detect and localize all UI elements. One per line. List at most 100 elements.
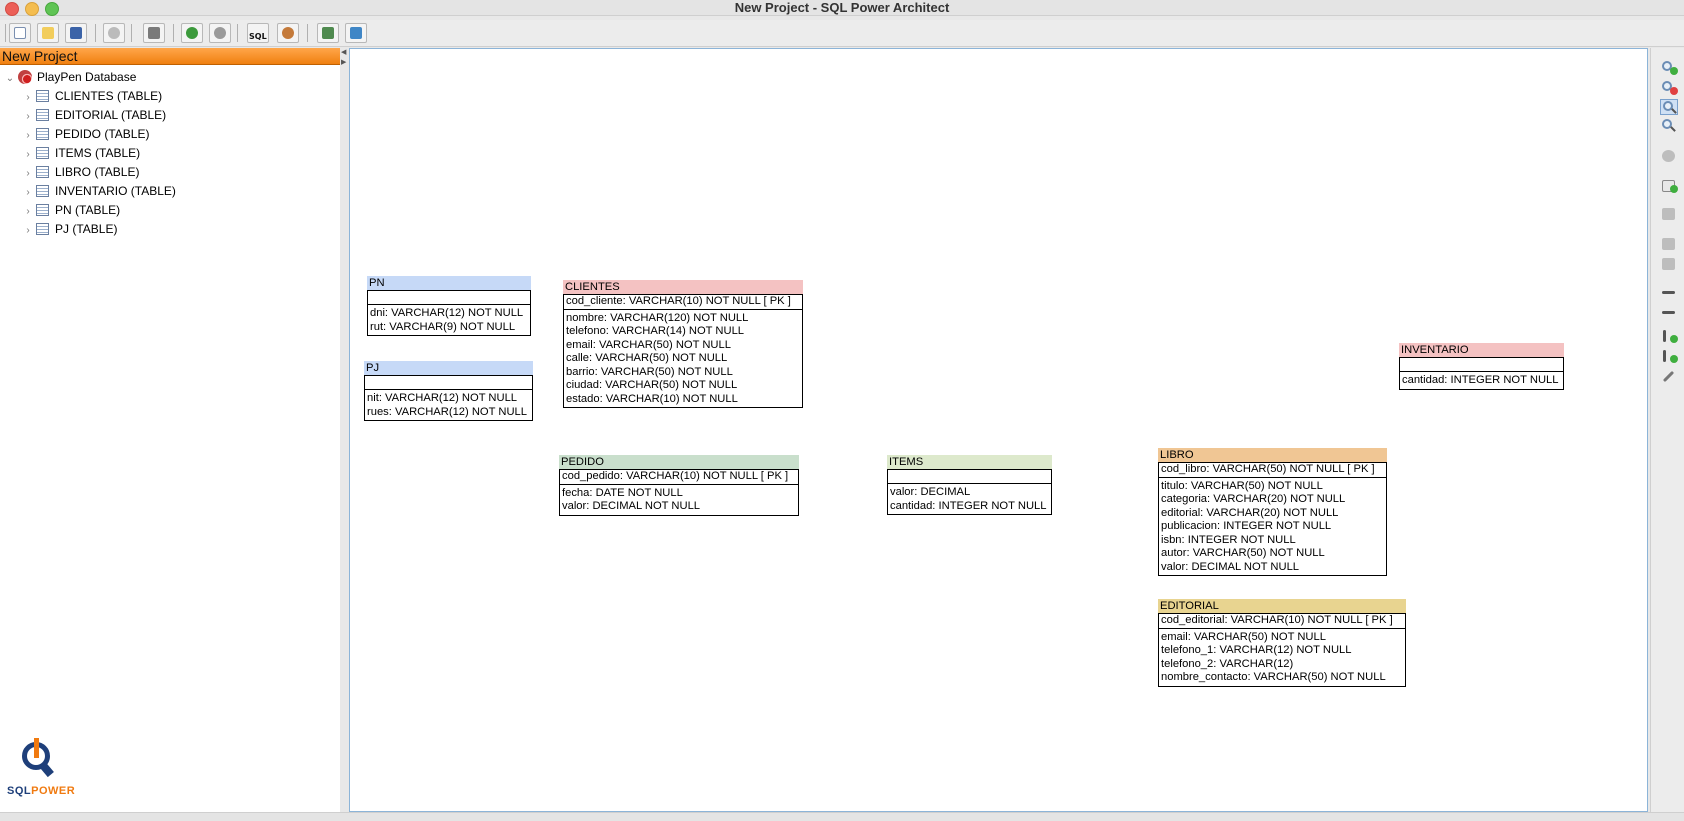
- new-table-button[interactable]: [1660, 178, 1678, 194]
- edit-button[interactable]: [1660, 236, 1678, 252]
- column-row[interactable]: email: VARCHAR(50) NOT NULL: [566, 339, 800, 353]
- expand-arrow-icon[interactable]: ›: [20, 222, 36, 240]
- column-row[interactable]: autor: VARCHAR(50) NOT NULL: [1161, 547, 1384, 561]
- tree-item-libro[interactable]: › LIBRO (TABLE): [20, 163, 139, 181]
- zoom-in-button[interactable]: [1660, 60, 1678, 76]
- playpen-toolbar: [1650, 48, 1684, 812]
- zoom-out-button[interactable]: [1660, 80, 1678, 96]
- main-toolbar: SQL: [0, 20, 1684, 47]
- insert-column-button[interactable]: [1660, 206, 1678, 222]
- expand-arrow-icon[interactable]: ›: [20, 108, 36, 126]
- expand-arrow-icon[interactable]: ›: [20, 203, 36, 221]
- table-pj[interactable]: PJ nit: VARCHAR(12) NOT NULL rues: VARCH…: [364, 361, 533, 421]
- pk-column-row[interactable]: cod_pedido: VARCHAR(10) NOT NULL [ PK ]: [562, 470, 796, 484]
- open-project-button[interactable]: [37, 23, 59, 43]
- column-row[interactable]: estado: VARCHAR(10) NOT NULL: [566, 393, 800, 407]
- column-row[interactable]: isbn: INTEGER NOT NULL: [1161, 534, 1384, 548]
- column-row[interactable]: categoria: VARCHAR(20) NOT NULL: [1161, 493, 1384, 507]
- edit-pencil-button[interactable]: [1660, 368, 1678, 384]
- column-row[interactable]: cantidad: INTEGER NOT NULL: [890, 500, 1049, 514]
- column-row[interactable]: valor: DECIMAL NOT NULL: [562, 500, 796, 514]
- tree-item-pedido[interactable]: › PEDIDO (TABLE): [20, 125, 149, 143]
- save-project-button[interactable]: [65, 23, 87, 43]
- table-icon: [36, 90, 49, 102]
- split-pane-divider[interactable]: ◀ ▶: [340, 48, 348, 812]
- pk-column-row[interactable]: cod_cliente: VARCHAR(10) NOT NULL [ PK ]: [566, 295, 800, 309]
- forward-engineer-sql-button[interactable]: SQL: [247, 23, 269, 43]
- pk-column-row[interactable]: cod_libro: VARCHAR(50) NOT NULL [ PK ]: [1161, 463, 1384, 477]
- column-row[interactable]: barrio: VARCHAR(50) NOT NULL: [566, 366, 800, 380]
- add-column-button[interactable]: [1660, 348, 1678, 364]
- table-title: CLIENTES: [563, 280, 803, 294]
- redo-button[interactable]: [209, 23, 231, 43]
- refresh-button[interactable]: [103, 23, 125, 43]
- column-row[interactable]: valor: DECIMAL: [890, 486, 1049, 500]
- table-pn[interactable]: PN dni: VARCHAR(12) NOT NULL rut: VARCHA…: [367, 276, 531, 336]
- column-row[interactable]: telefono_2: VARCHAR(12): [1161, 658, 1403, 672]
- compare-dm-button[interactable]: [277, 23, 299, 43]
- column-row[interactable]: email: VARCHAR(50) NOT NULL: [1161, 631, 1403, 645]
- column-row[interactable]: ciudad: VARCHAR(50) NOT NULL: [566, 379, 800, 393]
- zoom-normal-button[interactable]: [1660, 99, 1678, 115]
- pk-column-row[interactable]: cod_editorial: VARCHAR(10) NOT NULL [ PK…: [1161, 614, 1403, 628]
- tree-item-editorial[interactable]: › EDITORIAL (TABLE): [20, 106, 166, 124]
- column-row[interactable]: nit: VARCHAR(12) NOT NULL: [367, 392, 530, 406]
- insert-index-button[interactable]: [1660, 328, 1678, 344]
- expand-arrow-icon[interactable]: ›: [20, 165, 36, 183]
- playpen-canvas[interactable]: PN dni: VARCHAR(12) NOT NULL rut: VARCHA…: [349, 48, 1648, 812]
- new-relationship-button[interactable]: [1660, 256, 1678, 272]
- table-icon: [36, 204, 49, 216]
- table-pedido[interactable]: PEDIDO cod_pedido: VARCHAR(10) NOT NULL …: [559, 455, 799, 516]
- table-editorial[interactable]: EDITORIAL cod_editorial: VARCHAR(10) NOT…: [1158, 599, 1406, 687]
- tree-item-clientes[interactable]: › CLIENTES (TABLE): [20, 87, 162, 105]
- tree-header: New Project: [0, 48, 340, 65]
- column-row[interactable]: dni: VARCHAR(12) NOT NULL: [370, 307, 528, 321]
- expand-arrow-icon[interactable]: ›: [20, 184, 36, 202]
- expand-arrow-icon[interactable]: ›: [20, 127, 36, 145]
- column-row[interactable]: fecha: DATE NOT NULL: [562, 487, 796, 501]
- comment-icon: [1662, 311, 1675, 314]
- pk-section: [1400, 358, 1563, 372]
- column-row[interactable]: nombre_contacto: VARCHAR(50) NOT NULL: [1161, 671, 1403, 685]
- column-row[interactable]: titulo: VARCHAR(50) NOT NULL: [1161, 480, 1384, 494]
- print-button[interactable]: [143, 23, 165, 43]
- tree-item-inventario[interactable]: › INVENTARIO (TABLE): [20, 182, 176, 200]
- expand-arrow-icon[interactable]: ›: [20, 146, 36, 164]
- collapse-arrow-icon[interactable]: ⌄: [2, 70, 18, 88]
- column-row[interactable]: rut: VARCHAR(9) NOT NULL: [370, 321, 528, 335]
- save-icon: [70, 27, 82, 39]
- tree-item-pj[interactable]: › PJ (TABLE): [20, 220, 117, 238]
- column-row[interactable]: editorial: VARCHAR(20) NOT NULL: [1161, 507, 1384, 521]
- table-inventario[interactable]: INVENTARIO cantidad: INTEGER NOT NULL: [1399, 343, 1564, 390]
- tree-root[interactable]: ⌄ PlayPen Database: [2, 68, 136, 86]
- table-items[interactable]: ITEMS valor: DECIMAL cantidad: INTEGER N…: [887, 455, 1052, 515]
- identifying-relationship-icon: [1662, 291, 1675, 294]
- column-row[interactable]: telefono_1: VARCHAR(12) NOT NULL: [1161, 644, 1403, 658]
- select-all-button[interactable]: [1660, 148, 1678, 164]
- sqlpower-logo: SQLPOWER: [7, 738, 87, 808]
- profile-button[interactable]: [345, 23, 367, 43]
- column-row[interactable]: calle: VARCHAR(50) NOT NULL: [566, 352, 800, 366]
- column-row[interactable]: publicacion: INTEGER NOT NULL: [1161, 520, 1384, 534]
- tree-item-items[interactable]: › ITEMS (TABLE): [20, 144, 140, 162]
- comment-button[interactable]: [1660, 304, 1678, 320]
- undo-button[interactable]: [181, 23, 203, 43]
- expand-arrow-icon[interactable]: ›: [20, 89, 36, 107]
- collapse-left-arrow-icon[interactable]: ◀: [341, 48, 346, 56]
- tree-item-pn[interactable]: › PN (TABLE): [20, 201, 120, 219]
- new-project-button[interactable]: [9, 23, 31, 43]
- pk-section: cod_libro: VARCHAR(50) NOT NULL [ PK ]: [1159, 463, 1386, 478]
- zoom-to-fit-button[interactable]: [1660, 118, 1678, 134]
- column-row[interactable]: valor: DECIMAL NOT NULL: [1161, 561, 1384, 575]
- table-clientes[interactable]: CLIENTES cod_cliente: VARCHAR(10) NOT NU…: [563, 280, 803, 408]
- column-row[interactable]: rues: VARCHAR(12) NOT NULL: [367, 406, 530, 420]
- database-icon: [18, 70, 32, 84]
- column-row[interactable]: cantidad: INTEGER NOT NULL: [1402, 374, 1561, 388]
- expand-right-arrow-icon[interactable]: ▶: [341, 58, 346, 66]
- column-row[interactable]: telefono: VARCHAR(14) NOT NULL: [566, 325, 800, 339]
- table-libro[interactable]: LIBRO cod_libro: VARCHAR(50) NOT NULL [ …: [1158, 448, 1387, 576]
- data-mover-button[interactable]: [317, 23, 339, 43]
- identifying-relationship-button[interactable]: [1660, 284, 1678, 300]
- column-row[interactable]: nombre: VARCHAR(120) NOT NULL: [566, 312, 800, 326]
- table-title: LIBRO: [1158, 448, 1387, 462]
